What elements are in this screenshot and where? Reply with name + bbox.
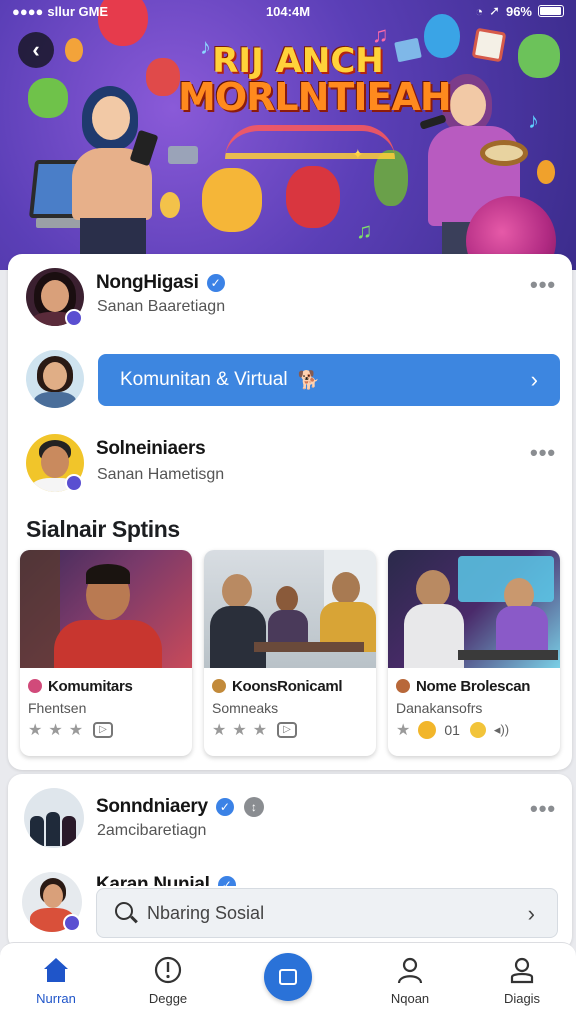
info-icon: [153, 955, 183, 985]
person-icon: [395, 955, 425, 985]
red-bear-sticker: [286, 166, 340, 228]
gold-balloon: [160, 192, 180, 218]
tile-rating: ★★★ ▷: [28, 720, 114, 740]
search-placeholder: Nbaring Sosial: [147, 902, 265, 923]
chevron-right-icon: ›: [527, 901, 535, 926]
section-title: Sialnair Sptins: [26, 516, 180, 542]
dog-icon: 🐕: [297, 369, 320, 390]
amber-balloon: [537, 160, 555, 184]
community-virtual-button[interactable]: Komunitan & Virtual 🐕 ›: [98, 354, 560, 406]
battery-percent: 96%: [505, 3, 532, 19]
carrier-text: sllur GME: [47, 3, 109, 19]
share-icon[interactable]: ▷: [93, 722, 114, 738]
back-button[interactable]: ‹: [18, 32, 54, 68]
orange-balloon: [65, 38, 83, 62]
reaction-count: 01: [444, 722, 460, 738]
avatar-badge-icon: [63, 914, 81, 932]
emoji-icon: [396, 679, 410, 693]
signal-icon: ●●●●: [12, 3, 44, 19]
tile-title: Nome Brolescan: [396, 678, 530, 695]
verified-badge-icon: ✓: [215, 797, 234, 816]
chevron-right-icon: ›: [530, 367, 538, 392]
hero-title-line2: MORLNTIEAH: [178, 75, 452, 119]
emoji-icon: [469, 722, 486, 738]
user-name[interactable]: Solneiniaers: [96, 438, 206, 460]
user-subtitle: Sanan Hametisgn: [97, 466, 225, 483]
music-note-icon: ♫: [356, 218, 373, 243]
avatar[interactable]: [26, 350, 84, 408]
status-bar: ●●●● sllur GME 104:4M ◔ ➚ 96%: [0, 0, 576, 22]
star-icon: ★★★: [212, 722, 274, 739]
home-icon: [41, 955, 71, 985]
more-options-icon[interactable]: •••: [530, 272, 556, 298]
pill-label: Komunitan & Virtual: [120, 369, 288, 390]
more-options-icon[interactable]: •••: [530, 796, 556, 822]
hero-banner: ♫ ♪ ♪ ♫ ✦ RIJ ANCH MORLNTIEAH ‹: [0, 0, 576, 270]
community-tile[interactable]: Nome Brolescan Danakansofrs ★ 01 ◂)): [388, 550, 560, 756]
picture-frame-sticker: [471, 27, 507, 63]
user-subtitle: Sanan Baaretiagn: [97, 298, 226, 315]
social-search-bar[interactable]: Nbaring Sosial ›: [96, 888, 558, 938]
reaction-icon: [418, 721, 437, 739]
avatar-badge-icon: [65, 474, 83, 492]
sound-icon[interactable]: ◂)): [494, 722, 509, 738]
tile-title: Komumitars: [28, 678, 133, 695]
tab-diagis[interactable]: Diagis: [472, 955, 572, 1006]
bottom-tab-bar: Nurran Degge Nqoan Diagis: [0, 942, 576, 1024]
more-options-icon[interactable]: •••: [530, 440, 556, 466]
tile-photo: [204, 550, 376, 668]
avatar-badge-icon: [65, 309, 83, 327]
tile-photo: [20, 550, 192, 668]
user-name[interactable]: Karan Nunial ✓: [96, 874, 236, 886]
star-icon: ★★★: [28, 722, 90, 739]
tab-nqoan[interactable]: Nqoan: [360, 955, 460, 1006]
tambourine: [480, 140, 528, 166]
user-subtitle: 2amcibaretiagn: [97, 822, 207, 839]
tile-subtitle: Fhentsen: [28, 700, 87, 716]
green-creature-sticker: [28, 78, 68, 118]
community-tile[interactable]: Komumitars Fhentsen ★★★ ▷: [20, 550, 192, 756]
verified-badge-icon: ✓: [217, 875, 236, 886]
alarm-icon: ◔: [475, 3, 484, 19]
verified-badge-icon: ✓: [206, 273, 225, 292]
compose-icon: [279, 969, 297, 985]
yellow-bear-sticker: [202, 168, 262, 232]
user-icon: [507, 955, 537, 985]
compose-button[interactable]: [264, 953, 312, 1001]
location-icon: ➚: [489, 3, 500, 18]
woman-with-phone: [72, 82, 162, 270]
share-icon[interactable]: ▷: [277, 722, 298, 738]
chevron-left-icon: ‹: [32, 37, 40, 62]
battery-icon: [538, 5, 564, 17]
hero-title-line1: RIJ ANCH: [212, 41, 384, 81]
radio-sticker: [168, 146, 198, 164]
feed-card: NongHigasi ✓ Sanan Baaretiagn ••• Komunit…: [8, 254, 572, 770]
rainbow-decoration: [225, 125, 395, 159]
tile-subtitle: Danakansofrs: [396, 700, 483, 716]
search-icon: [115, 902, 133, 920]
tile-rating: ★★★ ▷: [212, 720, 298, 740]
hero-title: RIJ ANCH MORLNTIEAH: [178, 41, 452, 119]
sort-icon[interactable]: ↕: [243, 796, 264, 817]
tile-rating: ★ 01 ◂)): [396, 720, 509, 740]
emoji-icon: [212, 679, 226, 693]
tile-photo: [388, 550, 560, 668]
tile-subtitle: Somneaks: [212, 700, 279, 716]
tab-home[interactable]: Nurran: [6, 955, 106, 1006]
user-name[interactable]: NongHigasi ✓: [96, 272, 225, 294]
tab-degge[interactable]: Degge: [118, 955, 218, 1006]
star-icon: ★: [396, 722, 413, 739]
avatar[interactable]: [24, 788, 84, 848]
community-tile[interactable]: KoonsRonicaml Somneaks ★★★ ▷: [204, 550, 376, 756]
emoji-icon: [28, 679, 42, 693]
user-name[interactable]: Sonndniaery ✓ ↕: [96, 796, 264, 818]
tile-title: KoonsRonicaml: [212, 678, 343, 695]
